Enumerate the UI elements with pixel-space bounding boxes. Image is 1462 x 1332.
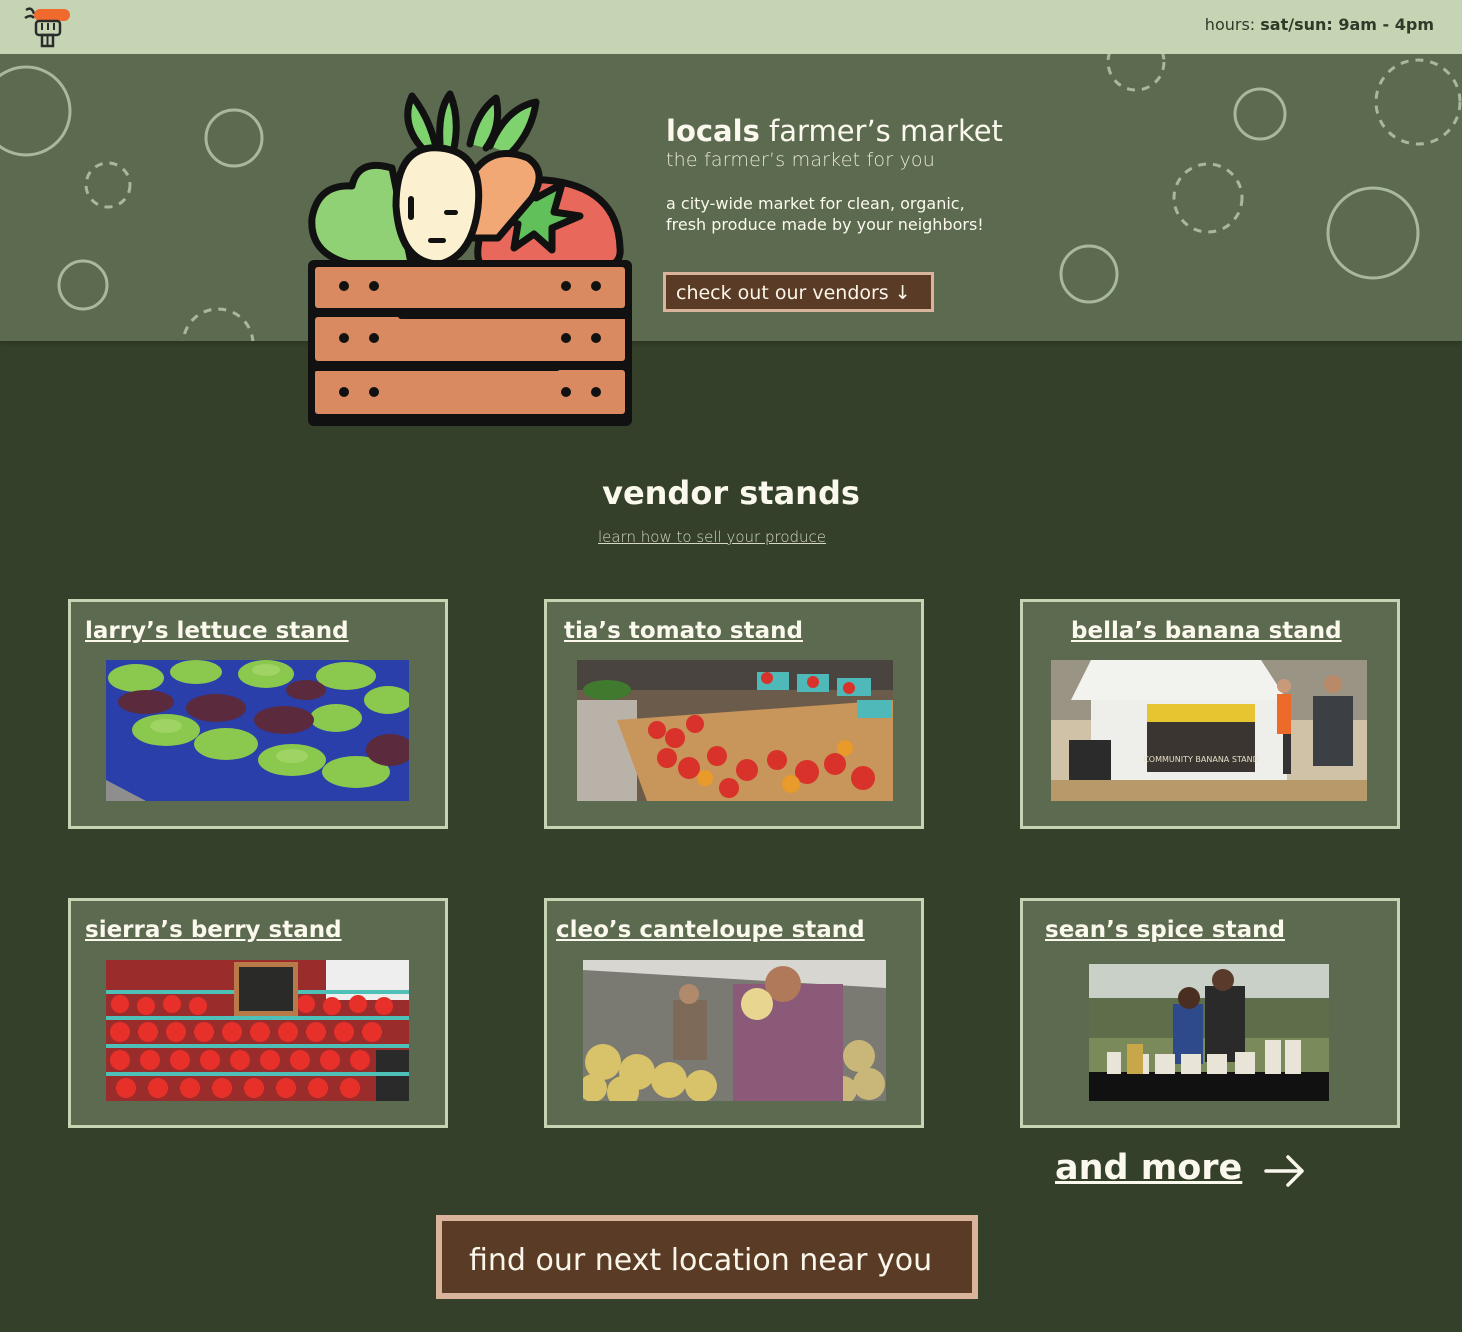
spice-stand-photo bbox=[1089, 964, 1329, 1101]
hero-subtitle: the farmer’s market for you bbox=[666, 149, 935, 171]
tomato-photo bbox=[577, 660, 893, 801]
banana-sign-text: COMMUNITY BANANA STAND bbox=[1143, 755, 1259, 764]
vendor-card-canteloupe[interactable]: cleo’s canteloupe stand bbox=[544, 898, 924, 1128]
vendor-card-title[interactable]: larry’s lettuce stand bbox=[85, 618, 349, 644]
vendor-card-berry[interactable]: sierra’s berry stand bbox=[68, 898, 448, 1128]
hero-text: locals farmer’s market the farmer’s mark… bbox=[666, 114, 1086, 235]
and-more-link[interactable]: and more bbox=[1055, 1148, 1242, 1188]
find-location-button[interactable]: find our next location near you bbox=[436, 1215, 978, 1299]
check-out-vendors-button[interactable]: check out our vendors ↓ bbox=[663, 272, 934, 312]
learn-to-sell-link[interactable]: learn how to sell your produce bbox=[0, 528, 1424, 546]
vegetable-crate-illustration bbox=[308, 90, 632, 426]
arrow-right-icon[interactable] bbox=[1262, 1153, 1308, 1189]
vendor-card-title[interactable]: sean’s spice stand bbox=[1045, 917, 1285, 943]
vendor-card-lettuce[interactable]: larry’s lettuce stand bbox=[68, 599, 448, 829]
strawberry-photo bbox=[106, 960, 409, 1101]
vendor-card-banana[interactable]: bella’s banana stand COMMUNITY BANANA ST… bbox=[1020, 599, 1400, 829]
banana-stand-photo: COMMUNITY BANANA STAND bbox=[1051, 660, 1367, 801]
vendor-card-title[interactable]: sierra’s berry stand bbox=[85, 917, 342, 943]
veggie-crate-logo-icon[interactable] bbox=[22, 4, 72, 50]
lettuce-photo bbox=[106, 660, 409, 801]
top-bar: hours: sat/sun: 9am - 4pm bbox=[0, 0, 1462, 54]
vendor-card-title[interactable]: tia’s tomato stand bbox=[564, 618, 803, 644]
vendor-card-title[interactable]: cleo’s canteloupe stand bbox=[556, 917, 865, 943]
vendor-stands-heading: vendor stands bbox=[602, 474, 860, 512]
hero-title: locals farmer’s market bbox=[666, 114, 1003, 148]
hero-description: a city-wide market for clean, organic, f… bbox=[666, 194, 984, 234]
vendor-card-tomato[interactable]: tia’s tomato stand bbox=[544, 599, 924, 829]
vendor-card-spice[interactable]: sean’s spice stand bbox=[1020, 898, 1400, 1128]
canteloupe-photo bbox=[583, 960, 886, 1101]
vendor-card-title[interactable]: bella’s banana stand bbox=[1071, 618, 1342, 644]
hours-text: hours: sat/sun: 9am - 4pm bbox=[1204, 15, 1434, 34]
